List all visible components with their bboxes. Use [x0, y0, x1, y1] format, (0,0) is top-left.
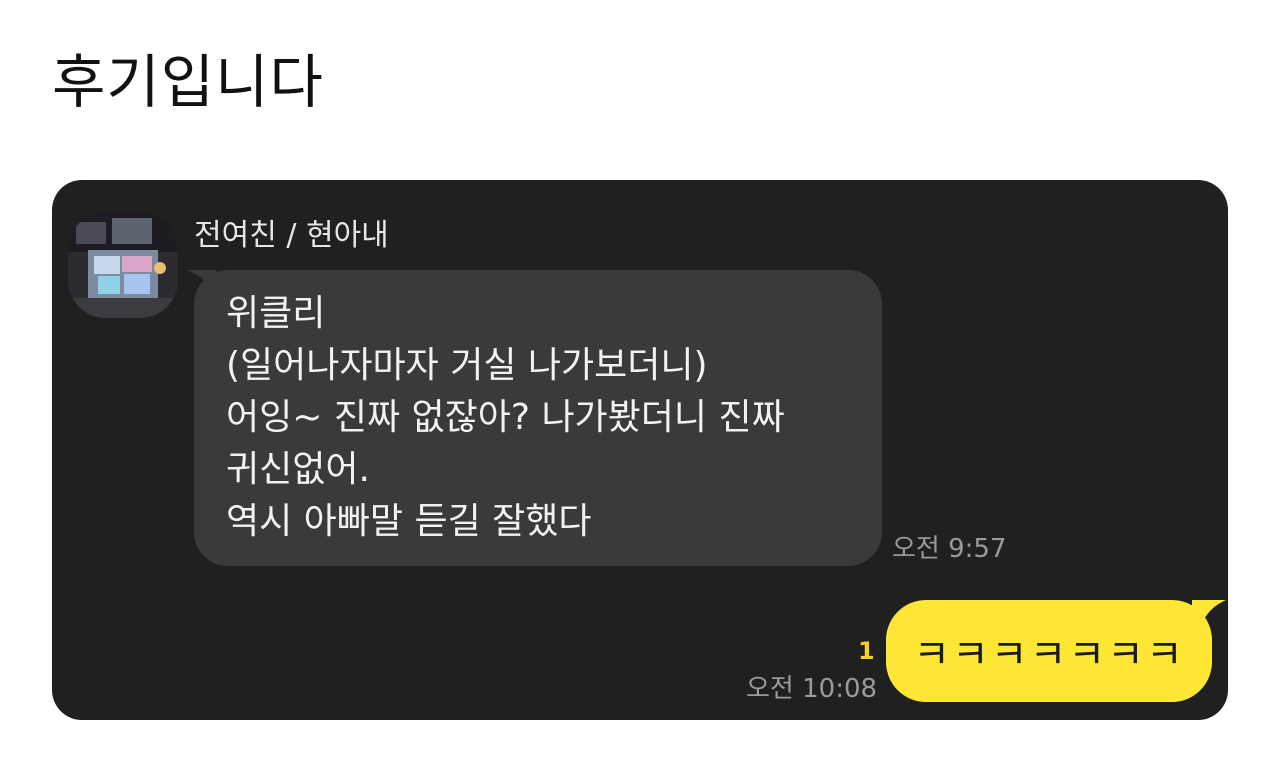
chat-screenshot: 전여친 / 현아내 위클리 (일어나자마자 거실 나가보더니) 어잉~ 진짜 없…	[52, 180, 1228, 720]
sent-message-time: 오전 10:08	[746, 674, 878, 704]
unread-count-badge: 1	[858, 637, 875, 665]
received-message-line: 위클리	[226, 293, 326, 334]
received-message-text: 위클리 (일어나자마자 거실 나가보더니) 어잉~ 진짜 없잖아? 나가봤더니 …	[226, 288, 785, 548]
received-message-line: 역시 아빠말 듣길 잘했다	[226, 501, 592, 542]
post-title: 후기입니다	[52, 48, 324, 116]
sent-message-text: ㅋㅋㅋㅋㅋㅋㅋ	[913, 632, 1185, 678]
received-message-line: 어잉~ 진짜 없잖아? 나가봤더니 진짜	[226, 397, 785, 438]
received-message-time: 오전 9:57	[892, 534, 1007, 564]
received-message-line: (일어나자마자 거실 나가보더니)	[226, 345, 708, 386]
sender-name: 전여친 / 현아내	[194, 218, 389, 253]
sender-avatar[interactable]	[68, 212, 178, 318]
received-message-line: 귀신없어.	[226, 449, 370, 490]
profile-photo-icon	[68, 212, 178, 318]
